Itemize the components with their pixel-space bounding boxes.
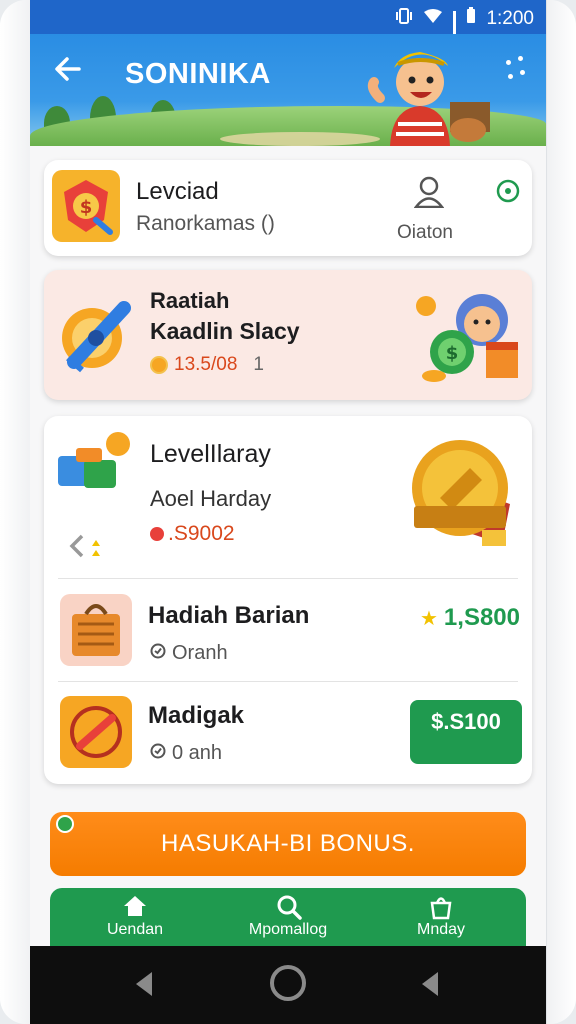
- level-summary-card[interactable]: $ Levciad Ranorkamas () Oiaton: [44, 160, 532, 256]
- claim-button[interactable]: $.S100: [410, 700, 522, 764]
- arrow-left-icon: [55, 57, 81, 81]
- gear-key-icon: [54, 292, 138, 381]
- coin-shield-icon: $: [52, 170, 120, 242]
- more-options-button[interactable]: [502, 56, 530, 84]
- nav-item-shop[interactable]: Mnday: [366, 888, 516, 946]
- flame-icon: [150, 527, 164, 541]
- check-circle-icon: [150, 742, 166, 765]
- shopping-bag-icon: [60, 594, 132, 666]
- gold-medal-badge-icon: [412, 440, 510, 546]
- bag-icon: [430, 897, 452, 920]
- star-icon: ★: [419, 607, 438, 630]
- reward-title-line1: Raatiah: [150, 288, 230, 313]
- item-value: 1,S800: [443, 604, 520, 631]
- money-bag-character-icon: $: [416, 294, 518, 382]
- app-screen: 1:200 SONINIKA $ Levciad Ranorkamas () O…: [30, 0, 546, 1024]
- divider: [58, 578, 518, 579]
- level-subtitle: Aoel Harday: [150, 486, 272, 511]
- nav-label: Mnday: [416, 921, 466, 938]
- circle-home-icon: [270, 965, 306, 1001]
- item-title: Madigak: [148, 702, 245, 729]
- card-title: Levciad: [136, 178, 219, 205]
- level-title: LevelIlaray: [150, 440, 271, 468]
- svg-text:$: $: [80, 197, 93, 218]
- info-toggle-icon[interactable]: [496, 179, 520, 208]
- nav-label: Uendan: [106, 921, 164, 938]
- page-title: SONINIKA: [125, 58, 271, 90]
- home-icon: [124, 896, 146, 916]
- nav-item-home[interactable]: Uendan: [60, 888, 210, 946]
- notification-badge: [56, 815, 74, 833]
- battery-icon: [466, 7, 476, 30]
- system-home-button[interactable]: [268, 963, 308, 1008]
- system-back-button[interactable]: [132, 970, 156, 1003]
- reward-title-line2: Kaadlin Slacy: [150, 318, 300, 344]
- reward-amount: 13.5/08: [174, 354, 238, 375]
- nav-label: Mpomallog: [248, 921, 328, 938]
- no-coupon-icon: [60, 696, 132, 768]
- device-bezel-right: [546, 0, 576, 1024]
- app-header: SONINIKA: [30, 34, 546, 146]
- phone-frame: 1:200 SONINIKA $ Levciad Ranorkamas () O…: [0, 0, 576, 1024]
- list-item[interactable]: Madigak 0 anh $.S100: [44, 682, 532, 782]
- device-bezel-left: [0, 0, 32, 1024]
- card-subtitle: Ranorkamas (): [136, 212, 275, 235]
- bonus-banner-button[interactable]: HASUKAH-BI BONUS.: [50, 812, 526, 876]
- check-circle-icon: [150, 642, 166, 665]
- status-time: 1:200: [486, 7, 534, 29]
- triangle-recents-icon: [422, 972, 438, 996]
- item-value-row: ★ 1,S800: [420, 604, 520, 632]
- system-navigation-bar: [30, 946, 546, 1024]
- reward-amount-suffix: 1: [253, 354, 264, 375]
- chevron-left-icon[interactable]: [68, 532, 108, 565]
- item-meta: 0 anh: [172, 742, 223, 764]
- triangle-back-icon: [136, 972, 152, 996]
- wifi-icon: [423, 8, 443, 30]
- item-meta-row: Oranh: [150, 642, 228, 665]
- user-icon: [413, 176, 445, 213]
- item-meta: Oranh: [172, 642, 228, 664]
- level-amount: .S9002: [168, 522, 235, 545]
- back-button[interactable]: [48, 52, 88, 92]
- item-meta-row: 0 anh: [150, 742, 222, 765]
- coin-icon: [150, 356, 168, 374]
- level-amount-row: .S9002: [150, 522, 235, 546]
- reward-card[interactable]: Raatiah Kaadlin Slacy 13.5/08 1 $: [44, 270, 532, 400]
- status-bar: 1:200: [30, 0, 546, 54]
- vibrate-icon: [395, 7, 413, 30]
- gift-boxes-icon: [58, 432, 130, 488]
- list-item[interactable]: Hadiah Barian Oranh ★ 1,S800: [44, 580, 532, 680]
- nav-item-search[interactable]: Mpomallog: [213, 888, 363, 946]
- reward-amount-row: 13.5/08 1: [150, 354, 264, 376]
- signal-icon: [453, 10, 457, 54]
- svg-text:$: $: [446, 343, 459, 364]
- item-title: Hadiah Barian: [148, 602, 310, 629]
- account-label[interactable]: Oiaton: [397, 222, 453, 244]
- system-recents-button[interactable]: [418, 970, 442, 1003]
- bottom-navigation: Uendan Mpomallog Mnday: [50, 888, 526, 946]
- mascot-illustration: [367, 52, 490, 146]
- level-list-card: LevelIlaray Aoel Harday .S9002 Hadiah Ba…: [44, 416, 532, 784]
- search-icon: [277, 895, 302, 920]
